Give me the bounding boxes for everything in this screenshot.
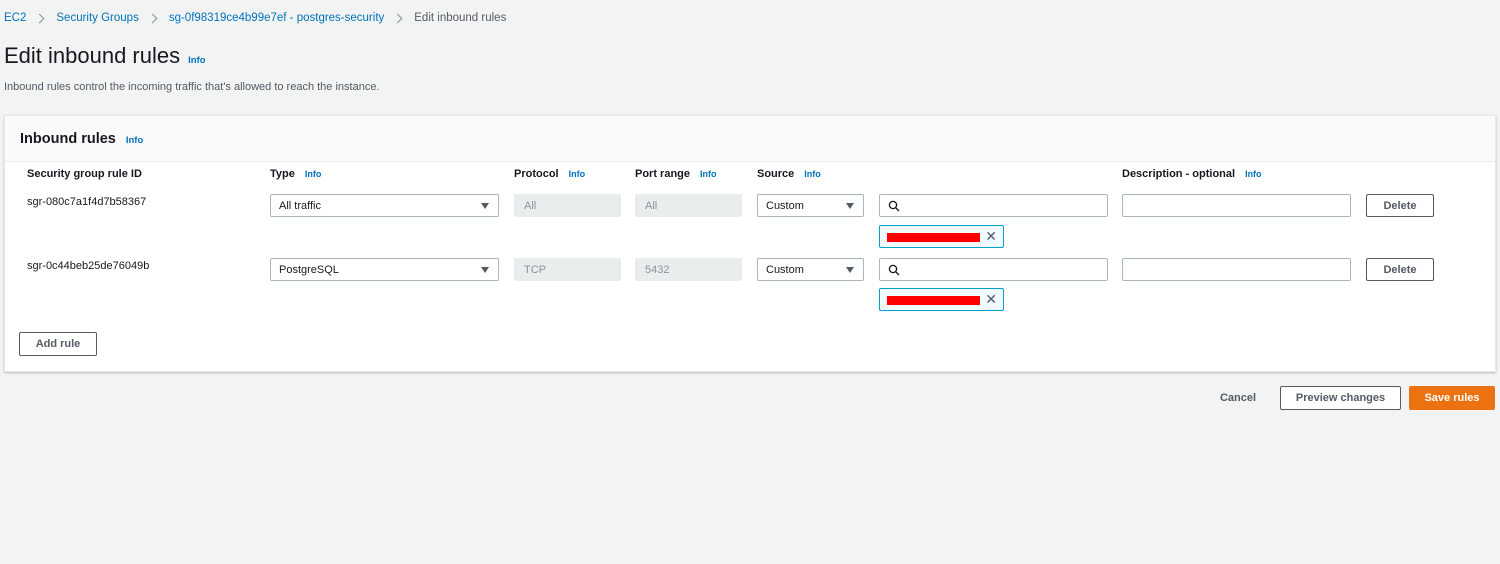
source-search-input[interactable]: [879, 258, 1108, 281]
panel-title-text: Inbound rules: [20, 131, 116, 147]
redacted-source-value: [887, 233, 980, 242]
page-description: Inbound rules control the incoming traff…: [4, 81, 380, 93]
column-header-source-text: Source: [757, 168, 795, 180]
panel-title: Inbound rules Info: [20, 131, 143, 147]
protocol-field: All: [514, 194, 621, 217]
chevron-right-icon: [34, 13, 45, 23]
close-icon[interactable]: ✕: [985, 292, 997, 306]
source-search-input[interactable]: [879, 194, 1108, 217]
source-token: ✕: [879, 288, 1004, 311]
column-header-type: Type Info: [270, 168, 321, 180]
breadcrumb-current: Edit inbound rules: [414, 12, 507, 24]
rule-id: sgr-0c44beb25de76049b: [27, 260, 150, 272]
type-select-value: All traffic: [279, 200, 321, 212]
close-icon[interactable]: ✕: [985, 229, 997, 243]
type-info-link[interactable]: Info: [305, 169, 322, 179]
column-header-description: Description - optional Info: [1122, 168, 1262, 180]
search-icon: [888, 264, 900, 276]
column-header-port-range: Port range Info: [635, 168, 717, 180]
breadcrumb-security-group-link[interactable]: sg-0f98319ce4b99e7ef - postgres-security: [169, 12, 384, 24]
column-header-protocol-text: Protocol: [514, 168, 559, 180]
redacted-source-value: [887, 296, 980, 305]
caret-down-icon: [481, 203, 489, 209]
column-header-description-text: Description - optional: [1122, 168, 1236, 180]
type-select[interactable]: All traffic: [270, 194, 499, 217]
caret-down-icon: [481, 267, 489, 273]
source-info-link[interactable]: Info: [804, 169, 821, 179]
caret-down-icon: [846, 203, 854, 209]
panel-info-link[interactable]: Info: [126, 135, 143, 146]
preview-changes-button[interactable]: Preview changes: [1280, 386, 1401, 410]
inbound-rules-panel: Inbound rules Info Security group rule I…: [4, 115, 1496, 372]
breadcrumb-security-groups-link[interactable]: Security Groups: [56, 12, 138, 24]
page-title-text: Edit inbound rules: [4, 43, 181, 68]
source-token: ✕: [879, 225, 1004, 248]
source-select[interactable]: Custom: [757, 194, 864, 217]
description-input[interactable]: [1122, 194, 1351, 217]
panel-header: Inbound rules Info: [5, 116, 1495, 162]
save-rules-button[interactable]: Save rules: [1409, 386, 1495, 410]
cancel-button[interactable]: Cancel: [1206, 386, 1270, 410]
description-input[interactable]: [1122, 258, 1351, 281]
add-rule-button[interactable]: Add rule: [19, 332, 97, 356]
protocol-field: TCP: [514, 258, 621, 281]
column-header-rule-id: Security group rule ID: [27, 168, 142, 180]
chevron-right-icon: [147, 13, 158, 23]
column-header-rule-id-text: Security group rule ID: [27, 168, 142, 180]
column-header-port-range-text: Port range: [635, 168, 691, 180]
port-range-field: All: [635, 194, 742, 217]
source-select[interactable]: Custom: [757, 258, 864, 281]
column-header-source: Source Info: [757, 168, 821, 180]
chevron-right-icon: [392, 13, 403, 23]
port-range-info-link[interactable]: Info: [700, 169, 717, 179]
breadcrumb: EC2 Security Groups sg-0f98319ce4b99e7ef…: [4, 11, 506, 25]
page-title: Edit inbound rules Info: [4, 43, 206, 69]
delete-rule-button[interactable]: Delete: [1366, 194, 1434, 217]
search-icon: [888, 200, 900, 212]
breadcrumb-ec2-link[interactable]: EC2: [4, 12, 26, 24]
source-select-value: Custom: [766, 264, 804, 276]
type-select[interactable]: PostgreSQL: [270, 258, 499, 281]
caret-down-icon: [846, 267, 854, 273]
port-range-field: 5432: [635, 258, 742, 281]
type-select-value: PostgreSQL: [279, 264, 339, 276]
rule-id: sgr-080c7a1f4d7b58367: [27, 196, 147, 208]
protocol-info-link[interactable]: Info: [569, 169, 586, 179]
page-info-link[interactable]: Info: [188, 55, 205, 66]
column-header-type-text: Type: [270, 168, 295, 180]
delete-rule-button[interactable]: Delete: [1366, 258, 1434, 281]
source-select-value: Custom: [766, 200, 804, 212]
column-header-protocol: Protocol Info: [514, 168, 585, 180]
description-info-link[interactable]: Info: [1245, 169, 1262, 179]
